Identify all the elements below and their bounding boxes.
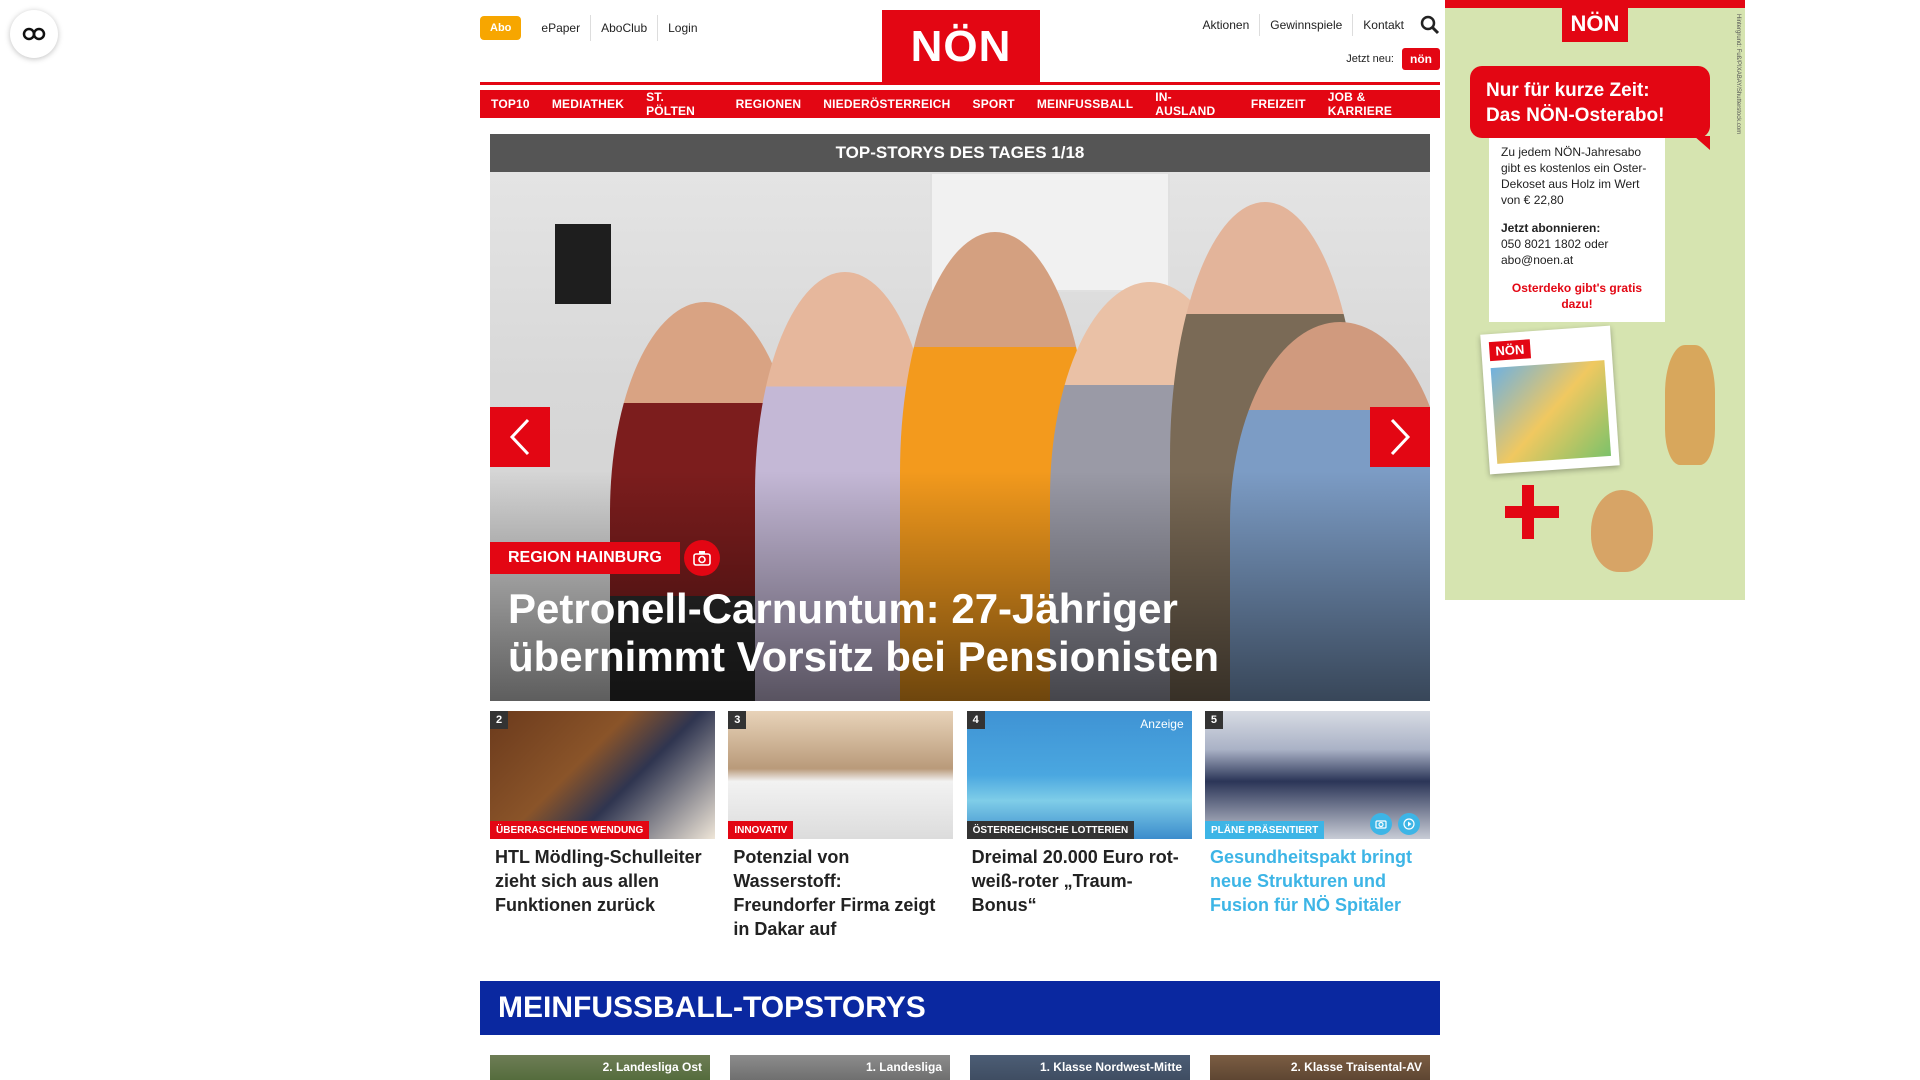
teaser-title[interactable]: Gesundheitspakt bringt neue Strukturen u… [1205, 845, 1430, 917]
fussball-league-label: 1. Klasse Nordwest-Mitte [1039, 1060, 1182, 1074]
fussball-league-label: 1. Landesliga [865, 1060, 942, 1074]
accessibility-button[interactable] [10, 10, 58, 58]
jetzt-neu: Jetzt neu: nön [1346, 48, 1440, 70]
aboclub-link[interactable]: AboClub [590, 15, 657, 41]
teaser-image: 4 Anzeige ÖSTERREICHISCHE LOTTERIEN [966, 711, 1192, 839]
ad-headline-line-2: Das NÖN-Osterabo! [1486, 105, 1665, 126]
nav-item-regionen[interactable]: REGIONEN [724, 90, 813, 118]
main-column: Abo ePaper AboClub Login NÖN Aktionen Ge… [480, 0, 1440, 1080]
ad-body-text: Zu jedem NÖN-Jahresabo gibt es kostenlos… [1501, 145, 1647, 207]
camera-icon [1369, 813, 1392, 835]
glasses-icon [22, 27, 46, 41]
osterabo-advertisement[interactable]: NÖN Hintergrund: Fuß/PIXABAY/Shutterstoc… [1445, 0, 1745, 600]
site-header: Abo ePaper AboClub Login NÖN Aktionen Ge… [480, 0, 1440, 85]
ad-headline-line-1: Nur für kurze Zeit: [1486, 80, 1650, 101]
nav-item-mediathek[interactable]: MEDIATHEK [540, 90, 636, 118]
fussball-teaser-card[interactable]: 1. Klasse Nordwest-Mitte [970, 1055, 1190, 1080]
gewinnspiele-link[interactable]: Gewinnspiele [1259, 14, 1352, 36]
fussball-league-label: 2. Landesliga Ost [602, 1060, 702, 1074]
teaser-list: 2 ÜBERRASCHENDE WENDUNG HTL Mödling-Schu… [490, 711, 1430, 941]
teaser-card[interactable]: 3 INNOVATIV Potenzial von Wasserstoff: F… [728, 711, 954, 941]
slider-prev-button[interactable] [490, 407, 550, 467]
page: Abo ePaper AboClub Login NÖN Aktionen Ge… [0, 0, 1920, 1080]
camera-icon [693, 551, 711, 566]
chevron-left-icon [509, 418, 530, 456]
nav-item-sport[interactable]: SPORT [961, 90, 1026, 118]
teaser-title[interactable]: HTL Mödling-Schulleiter zieht sich aus a… [490, 845, 715, 917]
ad-cta-heading: Jetzt abonnieren: [1501, 221, 1601, 235]
nav-item-top10[interactable]: TOP10 [480, 90, 541, 118]
wall-lamp [555, 224, 611, 304]
teaser-rank: 5 [1204, 711, 1223, 729]
login-link[interactable]: Login [657, 15, 707, 41]
teaser-tag: ÜBERRASCHENDE WENDUNG [490, 821, 650, 839]
teaser-rank: 4 [966, 711, 985, 729]
nav-item-job-karriere[interactable]: JOB & KARRIERE [1316, 90, 1440, 118]
teaser-card[interactable]: 4 Anzeige ÖSTERREICHISCHE LOTTERIEN Drei… [966, 711, 1192, 941]
hero-category-tag[interactable]: REGION HAINBURG [490, 542, 680, 574]
photo-gallery-badge [684, 540, 720, 576]
fussball-teaser-row: 2. Landesliga Ost 1. Landesliga 1. Klass… [490, 1055, 1430, 1080]
slider-title: TOP-STORYS DES TAGES 1/18 [490, 134, 1430, 172]
utility-nav-left: Abo ePaper AboClub Login [480, 15, 708, 41]
ad-label: Anzeige [1140, 717, 1184, 731]
teaser-image: 2 ÜBERRASCHENDE WENDUNG [490, 711, 715, 839]
ad-cta-text: 050 8021 1802 oder abo@noen.at [1501, 237, 1609, 267]
teaser-tag: ÖSTERREICHISCHE LOTTERIEN [966, 821, 1135, 839]
header-divider [480, 82, 1440, 85]
teaser-card[interactable]: 5 PLÄNE PRÄSENTIERT Gesundheitspakt brin… [1204, 711, 1430, 941]
main-nav: TOP10 MEDIATHEK ST. PÖLTEN REGIONEN NIED… [480, 90, 1440, 118]
fussball-teaser-card[interactable]: 1. Landesliga [730, 1055, 950, 1080]
video-play-icon [1397, 813, 1420, 835]
teaser-title[interactable]: Potenzial von Wasserstoff: Freundorfer F… [728, 845, 953, 941]
plus-icon-bar [1505, 506, 1559, 518]
ad-image-credit: Hintergrund: Fuß/PIXABAY/Shutterstock.co… [1735, 14, 1741, 135]
ad-red-text: Osterdeko gibt's gratis dazu! [1511, 281, 1643, 311]
teaser-title[interactable]: Dreimal 20.000 Euro rot-weiß-roter „Trau… [967, 845, 1192, 917]
nav-item-in-ausland[interactable]: IN-AUSLAND [1144, 90, 1240, 118]
teaser-rank: 3 [728, 711, 747, 729]
fussball-league-label: 2. Klasse Traisental-AV [1290, 1060, 1422, 1074]
jetzt-neu-label: Jetzt neu: [1346, 53, 1394, 65]
teaser-tag: INNOVATIV [728, 821, 794, 839]
fussball-section-title: MEINFUSSBALL-TOPSTORYS [480, 981, 1440, 1035]
teaser-media-icons [1369, 813, 1420, 835]
teaser-rank: 2 [490, 711, 508, 729]
ad-text-card: Zu jedem NÖN-Jahresabo gibt es kostenlos… [1489, 138, 1665, 322]
wooden-egg-image [1591, 490, 1653, 572]
teaser-card[interactable]: 2 ÜBERRASCHENDE WENDUNG HTL Mödling-Schu… [490, 711, 715, 941]
teaser-tag: PLÄNE PRÄSENTIERT [1204, 821, 1325, 839]
nav-item-niederoesterreich[interactable]: NIEDERÖSTERREICH [812, 90, 962, 118]
abo-button[interactable]: Abo [480, 16, 522, 40]
teaser-image: 3 INNOVATIV [728, 711, 954, 839]
epaper-link[interactable]: ePaper [531, 15, 590, 41]
ad-headline: Nur für kurze Zeit: Das NÖN-Osterabo! [1470, 66, 1710, 150]
chevron-right-icon [1390, 418, 1411, 456]
search-icon[interactable] [1420, 15, 1440, 35]
aktionen-link[interactable]: Aktionen [1193, 14, 1260, 36]
kontakt-link[interactable]: Kontakt [1352, 14, 1414, 36]
site-logo[interactable]: NÖN [882, 10, 1040, 84]
ad-newspaper-image: NÖN [1480, 325, 1620, 475]
hero-headline[interactable]: Petronell-Carnuntum: 27-Jähriger übernim… [508, 585, 1388, 681]
nav-item-st-poelten[interactable]: ST. PÖLTEN [635, 90, 725, 118]
ad-paper-logo: NÖN [1488, 339, 1531, 362]
nav-item-freizeit[interactable]: FREIZEIT [1239, 90, 1317, 118]
nav-item-meinfussball[interactable]: MEINFUSSBALL [1025, 90, 1145, 118]
teaser-image: 5 PLÄNE PRÄSENTIERT [1204, 711, 1430, 839]
top-stories-slider: TOP-STORYS DES TAGES 1/18 REGION HAINBUR… [490, 134, 1430, 701]
ad-logo: NÖN [1562, 6, 1628, 42]
jetzt-neu-badge[interactable]: nön [1402, 48, 1440, 70]
utility-nav-right: Aktionen Gewinnspiele Kontakt [1193, 14, 1440, 36]
slider-next-button[interactable] [1370, 407, 1430, 467]
ad-paper-photo [1490, 360, 1612, 464]
fussball-teaser-card[interactable]: 2. Klasse Traisental-AV [1210, 1055, 1430, 1080]
fussball-teaser-card[interactable]: 2. Landesliga Ost [490, 1055, 710, 1080]
wooden-bunny-image [1665, 345, 1715, 465]
hero-image[interactable]: REGION HAINBURG Petronell-Carnuntum: 27-… [490, 172, 1430, 701]
